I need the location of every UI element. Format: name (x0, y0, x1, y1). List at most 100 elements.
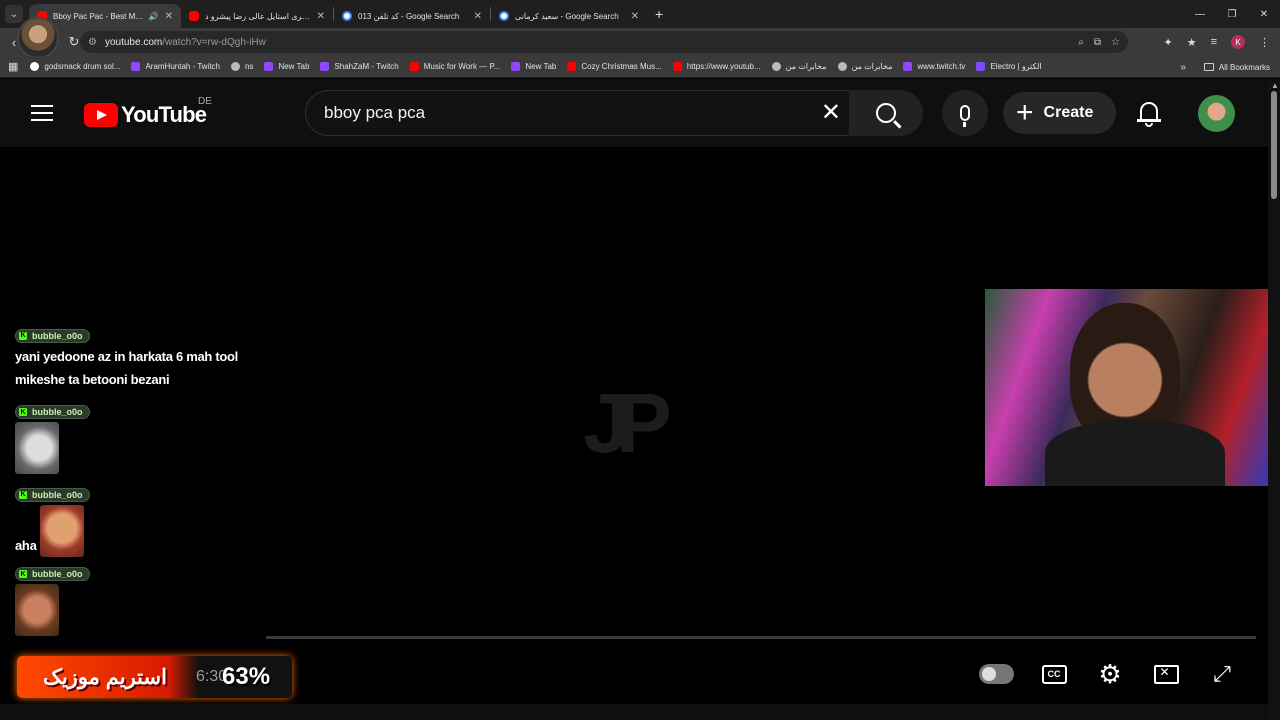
bookmark-item[interactable]: Cozy Christmas Mus... (567, 62, 662, 71)
kick-icon: K (19, 490, 27, 499)
tab-2[interactable]: یه فری استایل عالی رضا پیشرو د... ✕ (181, 4, 333, 28)
user-avatar[interactable] (1198, 95, 1235, 132)
kick-icon: K (19, 331, 27, 340)
close-tab-icon[interactable]: ✕ (474, 11, 482, 22)
chat-message: Kbubble_o0o yani yedoone az in harkata 6… (15, 324, 238, 391)
bookmark-item[interactable]: New Tab (511, 62, 556, 71)
bookmark-item[interactable]: https://www.youtub... (672, 62, 761, 71)
clear-search-icon[interactable]: ✕ (821, 101, 841, 125)
bookmark-item[interactable]: Electro | الکترو (976, 62, 1042, 71)
autoplay-toggle[interactable] (979, 664, 1014, 684)
apps-icon[interactable]: ▦ (8, 60, 18, 73)
bookmark-item[interactable]: ns (230, 62, 253, 71)
bookmark-label: godsmack drum sol... (44, 62, 121, 71)
bookmark-label: https://www.youtub... (686, 62, 761, 71)
search-input[interactable]: bboy pca pca ✕ (305, 90, 849, 136)
bookmarks-bar: ▦ godsmack drum sol... AramHuntah - Twit… (0, 56, 1280, 78)
bookmark-item[interactable]: godsmack drum sol... (30, 62, 120, 71)
google-icon (30, 62, 40, 71)
scrollbar-thumb[interactable] (1271, 91, 1277, 199)
restore-icon[interactable]: ❐ (1216, 0, 1248, 28)
bookmark-item[interactable]: مخابرات من (771, 62, 827, 71)
progress-bar[interactable] (266, 636, 1256, 639)
globe-icon (837, 62, 847, 71)
chat-emote (39, 504, 84, 557)
bookmark-item[interactable]: New Tab (264, 62, 309, 71)
bookmark-label: Electro | الکترو (990, 62, 1042, 71)
search-icon (876, 103, 896, 123)
new-tab-button[interactable]: + (655, 6, 663, 22)
bookmark-item[interactable]: AramHuntah - Twitch (131, 62, 220, 71)
tab-3[interactable]: کد تلفن 013 - Google Search ✕ (334, 4, 490, 28)
chat-emote (15, 584, 59, 636)
youtube-icon (409, 62, 419, 71)
subtitles-button[interactable]: CC (1038, 658, 1070, 690)
page-scrollbar[interactable]: ▲ (1268, 79, 1280, 720)
close-tab-icon[interactable]: ✕ (631, 11, 639, 22)
search-button[interactable] (849, 90, 923, 136)
google-icon (499, 11, 509, 21)
voice-search-button[interactable] (942, 90, 988, 136)
bookmark-item[interactable]: www.twitch.tv (903, 62, 965, 71)
kick-icon: K (19, 408, 27, 416)
close-tab-icon[interactable]: ✕ (165, 11, 173, 22)
youtube-play-icon (84, 103, 118, 127)
hamburger-menu-icon[interactable] (31, 105, 53, 121)
miniplayer-icon (1153, 664, 1179, 684)
mic-icon (960, 105, 970, 127)
settings-button[interactable]: ⚙ (1094, 658, 1126, 690)
bookmark-item[interactable]: Music for Work — P... (409, 62, 500, 71)
chat-username: bubble_o0o (32, 407, 83, 417)
bookmark-label: www.twitch.tv (917, 62, 966, 71)
tab-title: کد تلفن 013 - Google Search (358, 11, 460, 21)
page-bottom (0, 704, 1268, 720)
extensions-icon[interactable]: ✦ (1163, 36, 1172, 49)
site-info-icon[interactable]: ⚙ (88, 37, 97, 48)
miniplayer-button[interactable] (1150, 658, 1182, 690)
favorites-icon[interactable]: ★ (1187, 36, 1197, 49)
tab-search-button[interactable]: ⌄ (5, 5, 23, 23)
chat-text: aha (15, 537, 37, 553)
video-player[interactable]: JP Kbubble_o0o yani yedoone az in harkat… (0, 147, 1280, 704)
bookmark-item[interactable]: مخابرات من (837, 62, 893, 71)
bookmark-star-icon[interactable]: ☆ (1111, 37, 1120, 48)
gear-icon: ⚙ (1098, 659, 1122, 689)
twitch-icon (131, 62, 141, 71)
tab-4[interactable]: سعید کرمانی - Google Search ✕ (491, 4, 647, 28)
youtube-logo[interactable]: YouTube DE (84, 96, 212, 128)
scroll-up-icon[interactable]: ▲ (1271, 81, 1279, 90)
video-watermark: JP (583, 376, 672, 470)
address-bar[interactable]: ⚙ youtube.com /watch?v=rw-dQgh-iHw ⌕ ⧉ ☆ (80, 31, 1128, 53)
folder-icon (1203, 63, 1214, 71)
player-controls: استریم موزیک 6:30 63% CC ⚙ ⤢ (0, 648, 1268, 704)
youtube-icon (567, 62, 577, 71)
chat-user-badge: Kbubble_o0o (15, 328, 90, 343)
close-window-icon[interactable]: ✕ (1248, 0, 1280, 28)
media-controls-icon[interactable]: ≡ (1211, 36, 1217, 48)
bookmark-label: AramHuntah - Twitch (145, 62, 220, 71)
chat-username: bubble_o0o (32, 569, 83, 579)
chat-emote (15, 422, 59, 474)
bookmark-item[interactable]: ShahZaM - Twitch (320, 62, 399, 71)
profile-icon[interactable]: K (1231, 35, 1245, 49)
all-bookmarks[interactable]: » All Bookmarks (1180, 56, 1270, 78)
twitch-icon (903, 62, 913, 71)
speaker-icon[interactable]: 🔊 (149, 12, 159, 21)
zoom-icon[interactable]: ⌕ (1078, 37, 1084, 48)
bookmark-label: New Tab (525, 62, 557, 71)
bookmark-label: مخابرات من (851, 62, 893, 71)
chat-text: yani yedoone az in harkata 6 mah tool (15, 348, 238, 364)
create-button[interactable]: + Create (1003, 92, 1116, 134)
url-host: youtube.com (104, 36, 163, 48)
install-icon[interactable]: ⧉ (1094, 37, 1101, 48)
tab-strip: ⌄ Bboy Pac Pac - Best Moments 🔊 ✕ یه فری… (0, 0, 1280, 28)
tab-title: سعید کرمانی - Google Search (515, 11, 619, 21)
minimize-icon[interactable]: — (1184, 0, 1216, 28)
electro-icon (976, 62, 986, 71)
fullscreen-button[interactable]: ⤢ (1206, 658, 1238, 690)
country-code: DE (198, 96, 212, 107)
menu-icon[interactable]: ⋮ (1259, 36, 1270, 49)
notifications-bell-icon[interactable] (1135, 98, 1163, 128)
close-tab-icon[interactable]: ✕ (317, 11, 325, 22)
chevron-right-icon[interactable]: » (1180, 62, 1186, 73)
